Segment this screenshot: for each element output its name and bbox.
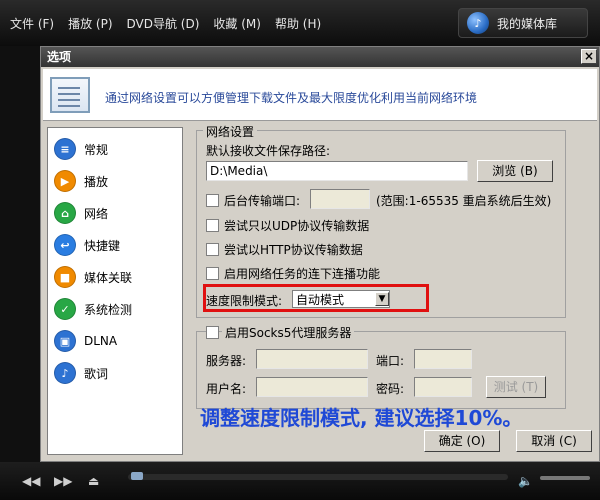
chevron-down-icon[interactable]: ▼ [375, 292, 389, 306]
broadcast-label: 启用网络任务的连下连播功能 [224, 267, 381, 281]
server-input[interactable] [256, 349, 368, 369]
username-input[interactable] [256, 377, 368, 397]
speed-limit-select[interactable]: 自动模式 ▼ [292, 290, 390, 308]
sidebar-item-label: 媒体关联 [84, 270, 133, 285]
header-description: 通过网络设置可以方便管理下载文件及最大限度优化利用当前网络环境 [105, 91, 478, 105]
volume-slider[interactable] [540, 476, 590, 480]
sidebar-item-label: 歌词 [84, 366, 109, 381]
player-controls: ◀◀ ▶▶ ⏏ [0, 462, 600, 500]
sidebar-item-play[interactable]: ▶ 播放 [54, 168, 174, 194]
menu-help[interactable]: 帮助 (H) [275, 15, 321, 32]
next-icon[interactable]: ▶▶ [54, 474, 72, 488]
dlna-icon: ▣ [54, 330, 76, 352]
sidebar-item-shortcut[interactable]: ↩ 快捷键 [54, 232, 174, 258]
options-sidebar: ≡ 常规 ▶ 播放 ⌂ 网络 ↩ 快捷键 ■ 媒体关联 ✓ 系统检测 ▣ DLN… [47, 127, 183, 455]
sidebar-item-network[interactable]: ⌂ 网络 [54, 200, 174, 226]
close-icon[interactable]: × [581, 49, 597, 64]
network-icon: ⌂ [54, 202, 76, 224]
http-checkbox[interactable] [206, 243, 219, 256]
udp-checkbox[interactable] [206, 219, 219, 232]
main-menu: 文件 (F) 播放 (P) DVD导航 (D) 收藏 (M) 帮助 (H) [10, 15, 321, 32]
tutorial-annotation: 调整速度限制模式, 建议选择10%。 [200, 406, 523, 430]
sidebar-item-general[interactable]: ≡ 常规 [54, 136, 174, 162]
system-check-icon: ✓ [54, 298, 76, 320]
settings-window-icon [50, 77, 90, 113]
broadcast-checkbox[interactable] [206, 267, 219, 280]
browse-button[interactable]: 浏览 (B) [477, 160, 553, 182]
cancel-button[interactable]: 取消 (C) [516, 430, 592, 452]
socks5-checkbox[interactable] [206, 326, 219, 339]
save-path-input[interactable]: D:\Media\ [206, 161, 468, 181]
password-input[interactable] [414, 377, 472, 397]
udp-label: 尝试只以UDP协议传输数据 [224, 219, 370, 233]
server-label: 服务器: [206, 354, 247, 368]
seek-bar[interactable] [128, 474, 508, 480]
shortcut-icon: ↩ [54, 234, 76, 256]
sidebar-item-label: 快捷键 [84, 238, 121, 253]
sidebar-item-system-check[interactable]: ✓ 系统检测 [54, 296, 174, 322]
previous-icon[interactable]: ◀◀ [22, 474, 40, 488]
sidebar-item-label: 播放 [84, 174, 109, 189]
lyrics-icon: ♪ [54, 362, 76, 384]
play-icon: ▶ [54, 170, 76, 192]
sidebar-item-label: DLNA [84, 334, 118, 348]
general-icon: ≡ [54, 138, 76, 160]
background-port-checkbox[interactable] [206, 194, 219, 207]
player-left-strip [0, 46, 40, 462]
speed-limit-label: 速度限制模式: [206, 294, 283, 308]
sidebar-item-dlna[interactable]: ▣ DLNA [54, 328, 174, 354]
password-label: 密码: [376, 382, 405, 396]
socks-port-label: 端口: [376, 354, 405, 368]
menu-favorites[interactable]: 收藏 (M) [213, 15, 261, 32]
save-path-label: 默认接收文件保存路径: [206, 144, 331, 158]
music-note-icon: ♪ [467, 12, 489, 34]
network-settings-title: 网络设置 [203, 123, 258, 140]
sidebar-item-label: 常规 [84, 142, 109, 157]
sidebar-item-label: 网络 [84, 206, 109, 221]
speed-limit-value: 自动模式 [296, 292, 345, 307]
test-button[interactable]: 测试 (T) [486, 376, 546, 398]
dialog-header: 通过网络设置可以方便管理下载文件及最大限度优化利用当前网络环境 [43, 69, 597, 121]
http-label: 尝试以HTTP协议传输数据 [224, 243, 363, 257]
sidebar-item-media-association[interactable]: ■ 媒体关联 [54, 264, 174, 290]
sidebar-item-lyrics[interactable]: ♪ 歌词 [54, 360, 174, 386]
volume-icon[interactable]: 🔈 [518, 474, 533, 488]
background-port-label: 后台传输端口: [224, 194, 301, 208]
menu-dvd[interactable]: DVD导航 (D) [127, 15, 200, 32]
sidebar-item-label: 系统检测 [84, 302, 133, 317]
my-library-label: 我的媒体库 [497, 16, 558, 31]
username-label: 用户名: [206, 382, 247, 396]
socks-port-input[interactable] [414, 349, 472, 369]
menu-file[interactable]: 文件 (F) [10, 15, 54, 32]
menu-play[interactable]: 播放 (P) [68, 15, 112, 32]
port-range-hint: (范围:1-65535 重启系统后生效) [376, 194, 552, 208]
background-port-input[interactable] [310, 189, 370, 209]
media-association-icon: ■ [54, 266, 76, 288]
ok-button[interactable]: 确定 (O) [424, 430, 500, 452]
seek-knob[interactable] [131, 472, 143, 480]
eject-icon[interactable]: ⏏ [88, 474, 99, 488]
player-menubar: 文件 (F) 播放 (P) DVD导航 (D) 收藏 (M) 帮助 (H) ♪ … [0, 0, 600, 46]
dialog-titlebar: 选项 × [41, 47, 599, 67]
socks5-label: 启用Socks5代理服务器 [222, 324, 355, 341]
dialog-title: 选项 [47, 50, 72, 64]
my-library-button[interactable]: ♪ 我的媒体库 [458, 8, 588, 38]
